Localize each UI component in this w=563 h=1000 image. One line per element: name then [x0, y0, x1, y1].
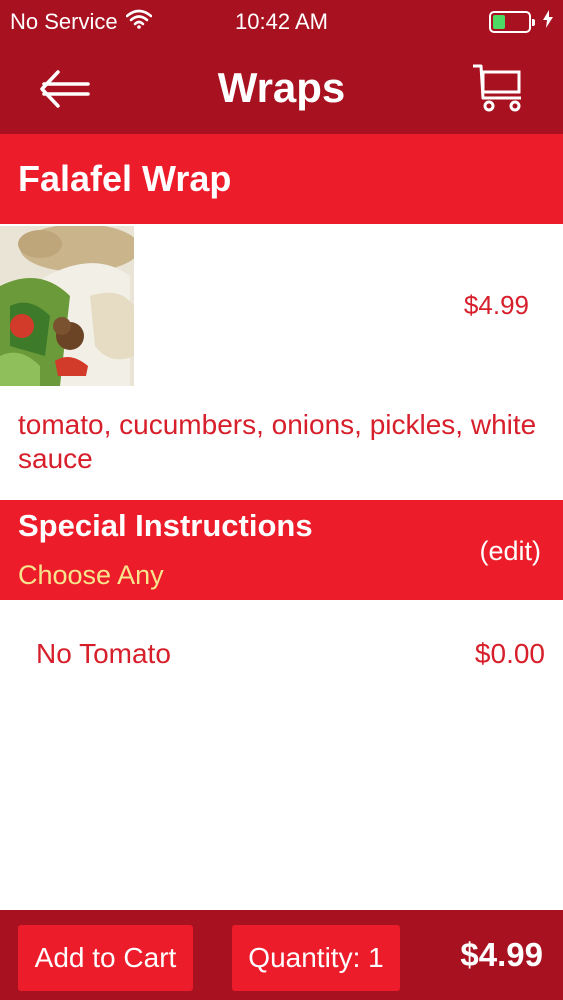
option-name: No Tomato	[36, 638, 171, 669]
special-instructions-header[interactable]: Special Instructions Choose Any (edit)	[0, 500, 563, 600]
edit-link[interactable]: (edit)	[479, 536, 541, 567]
quantity-button[interactable]: Quantity: 1	[232, 925, 400, 991]
status-time: 10:42 AM	[235, 9, 328, 34]
order-total: $4.99	[460, 936, 543, 973]
option-row[interactable]: No Tomato $0.00	[0, 630, 563, 680]
item-name: Falafel Wrap	[18, 158, 232, 199]
item-description: tomato, cucumbers, onions, pickles, whit…	[18, 409, 537, 474]
footer-bar: Add to Cart Quantity: 1 $4.99	[0, 910, 563, 1000]
status-right	[489, 10, 553, 33]
add-to-cart-button[interactable]: Add to Cart	[18, 925, 193, 991]
nav-bar: Wraps	[0, 42, 563, 134]
cart-icon	[471, 64, 527, 118]
section-subtitle: Choose Any	[18, 560, 164, 590]
charging-bolt-icon	[543, 10, 553, 33]
option-price: $0.00	[474, 638, 545, 669]
item-photo	[0, 226, 134, 386]
section-title: Special Instructions	[18, 508, 313, 543]
battery-fill	[493, 14, 505, 29]
status-bar: No Service 10:42 AM	[0, 0, 563, 42]
item-title-bar: Falafel Wrap	[0, 134, 563, 224]
item-price: $4.99	[463, 290, 529, 320]
battery-icon	[489, 10, 535, 33]
cart-button[interactable]	[471, 62, 527, 114]
